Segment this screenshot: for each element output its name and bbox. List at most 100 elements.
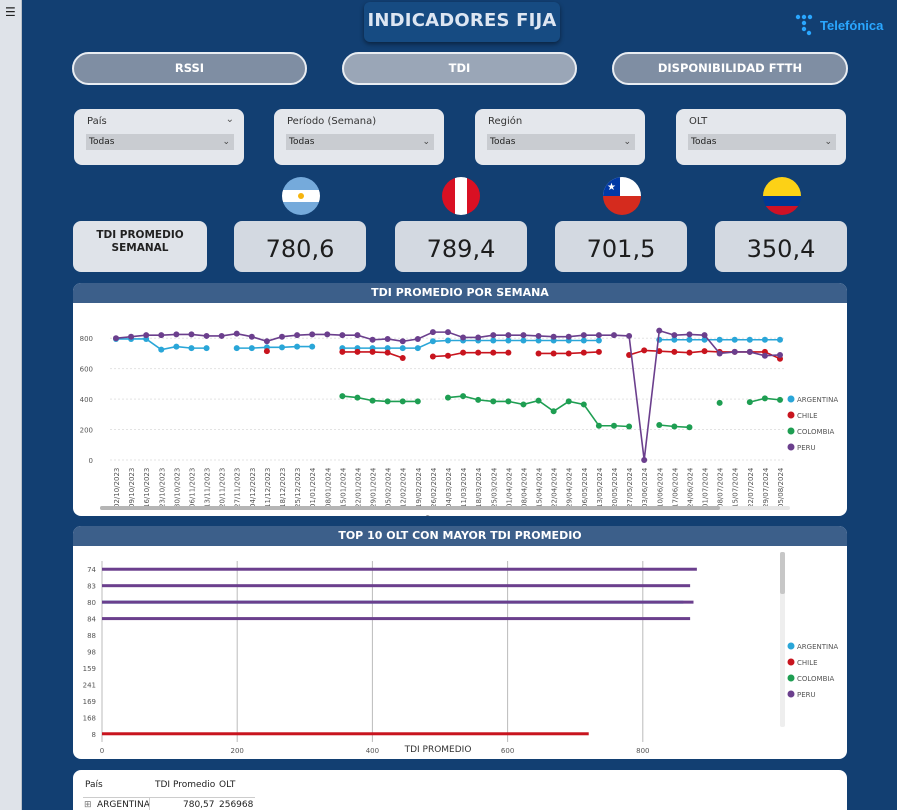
data-point: [354, 348, 361, 355]
region-dropdown[interactable]: Todas ⌄: [487, 134, 635, 150]
x-tick-label: 02/10/2023: [113, 468, 121, 508]
x-tick-label: 19/02/2024: [415, 467, 423, 508]
data-point: [188, 331, 195, 338]
chile-flag-icon: ★: [603, 177, 641, 215]
data-point: [701, 348, 708, 355]
data-point: [143, 332, 150, 339]
data-point: [218, 332, 225, 339]
tab-rssi[interactable]: RSSI: [72, 52, 307, 85]
x-tick-label: 18/12/2023: [279, 468, 287, 508]
data-point: [535, 350, 542, 357]
x-tick-label: 13/05/2024: [596, 467, 604, 508]
data-point: [445, 394, 451, 401]
data-point: [279, 344, 285, 351]
bar: [102, 732, 589, 736]
x-tick-label: 400: [366, 747, 379, 755]
data-point: [188, 345, 195, 352]
legend-marker: [787, 674, 795, 682]
data-point: [490, 398, 497, 405]
chart-title: TDI PROMEDIO POR SEMANA: [73, 283, 847, 303]
data-point: [309, 331, 316, 338]
legend-label: COLOMBIA: [797, 675, 834, 683]
x-tick-label: 20/05/2024: [611, 467, 619, 508]
y-tick-label: 88: [87, 632, 96, 640]
data-point: [354, 332, 361, 339]
data-point: [445, 352, 451, 359]
argentina-flag-icon: [282, 177, 320, 215]
dropdown-value: Todas: [289, 137, 315, 147]
data-point: [248, 345, 255, 352]
filter-label: Período (Semana): [287, 116, 377, 127]
data-point: [384, 349, 391, 356]
data-point: [128, 333, 135, 340]
data-point: [399, 398, 406, 405]
column-header[interactable]: OLT: [219, 780, 235, 790]
column-header[interactable]: TDI Promedio: [155, 780, 215, 790]
data-point: [520, 332, 527, 339]
menu-icon[interactable]: ☰: [5, 6, 17, 18]
x-tick-label: 27/05/2024: [626, 467, 634, 508]
chart-title: TOP 10 OLT CON MAYOR TDI PROMEDIO: [73, 526, 847, 546]
expand-icon[interactable]: ⊞: [84, 800, 92, 810]
filter-olt: OLT Todas ⌄: [676, 109, 846, 165]
x-tick-label: 0: [100, 747, 104, 755]
data-point: [686, 331, 693, 338]
kpi-peru: 789,4: [395, 221, 527, 272]
x-tick-label: 12/02/2024: [400, 467, 408, 508]
data-point: [158, 332, 165, 339]
legend-label: COLOMBIA: [797, 428, 834, 436]
column-header[interactable]: País: [85, 780, 103, 790]
data-point: [369, 397, 376, 404]
colombia-flag-icon: [763, 177, 801, 215]
data-point: [580, 349, 587, 356]
data-point: [520, 401, 527, 408]
legend-label: PERU: [797, 444, 816, 452]
svg-text:★: ★: [607, 182, 616, 193]
data-point: [339, 348, 346, 355]
x-tick-label: 29/07/2024: [762, 467, 770, 508]
tab-disponibilidad-ftth[interactable]: DISPONIBILIDAD FTTH: [612, 52, 848, 85]
data-point: [399, 338, 406, 345]
data-point: [414, 398, 421, 405]
data-point: [399, 345, 406, 352]
data-point: [746, 399, 753, 406]
data-point: [429, 353, 436, 360]
data-point: [339, 332, 346, 339]
telefonica-logo-icon: [795, 14, 813, 36]
tab-tdi[interactable]: TDI: [342, 52, 577, 85]
pais-dropdown[interactable]: Todas ⌄: [86, 134, 234, 150]
data-point: [746, 336, 753, 343]
y-tick-label: 83: [87, 583, 96, 591]
y-tick-label: 84: [87, 616, 96, 624]
legend-label: ARGENTINA: [797, 643, 838, 651]
data-point: [505, 332, 512, 339]
periodo-dropdown[interactable]: Todas ⌄: [286, 134, 434, 150]
data-point: [505, 349, 512, 356]
x-tick-label: 22/04/2024: [551, 467, 559, 508]
legend-marker: [787, 443, 795, 451]
data-point: [731, 336, 738, 343]
data-point: [611, 332, 617, 339]
x-tick-label: 06/11/2023: [188, 468, 196, 508]
legend-marker: [787, 642, 795, 650]
x-tick-label: 20/11/2023: [219, 468, 227, 508]
collapsed-sidebar: ☰: [0, 0, 22, 810]
data-point: [671, 348, 678, 355]
data-point: [490, 337, 497, 344]
data-point: [580, 332, 587, 339]
data-point: [445, 337, 451, 344]
data-point: [656, 421, 663, 428]
olt-dropdown[interactable]: Todas ⌄: [688, 134, 836, 150]
data-point: [611, 422, 617, 429]
filter-label: Región: [488, 116, 523, 127]
data-point: [384, 398, 391, 405]
telefonica-logo: Telefónica: [795, 12, 883, 38]
data-point: [263, 348, 270, 355]
chevron-down-icon[interactable]: ⌄: [226, 114, 234, 125]
data-point: [641, 457, 648, 463]
y-tick-label: 169: [83, 698, 96, 706]
kpi-label: TDI PROMEDIO SEMANAL: [73, 221, 207, 272]
x-tick-label: 30/10/2023: [173, 468, 181, 508]
data-point: [777, 396, 783, 403]
tdi-weekly-chart: TDI PROMEDIO POR SEMANA 0 200 400 600 800 02/…: [73, 283, 847, 516]
